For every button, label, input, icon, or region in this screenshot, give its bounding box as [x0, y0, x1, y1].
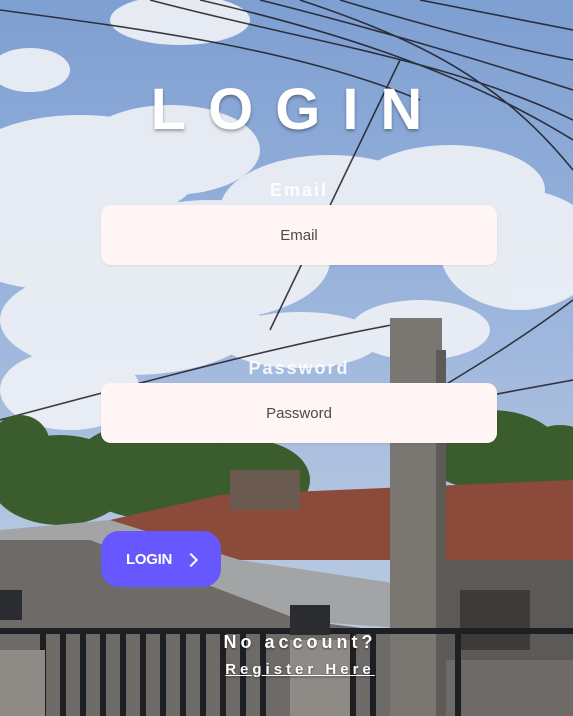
no-account-text: No account? — [223, 632, 377, 652]
page-title: LOGIN — [150, 77, 445, 142]
password-label: Password — [248, 358, 350, 378]
login-button[interactable]: LOGIN — [101, 531, 221, 587]
login-button-label: LOGIN — [126, 550, 172, 568]
email-field[interactable] — [101, 205, 497, 265]
email-label: Email — [269, 180, 329, 200]
login-page: LOGIN Email Password LOGIN No account? R… — [0, 0, 573, 716]
register-link[interactable]: Register Here — [195, 661, 405, 678]
password-field[interactable] — [101, 383, 497, 443]
chevron-right-icon — [183, 552, 199, 567]
